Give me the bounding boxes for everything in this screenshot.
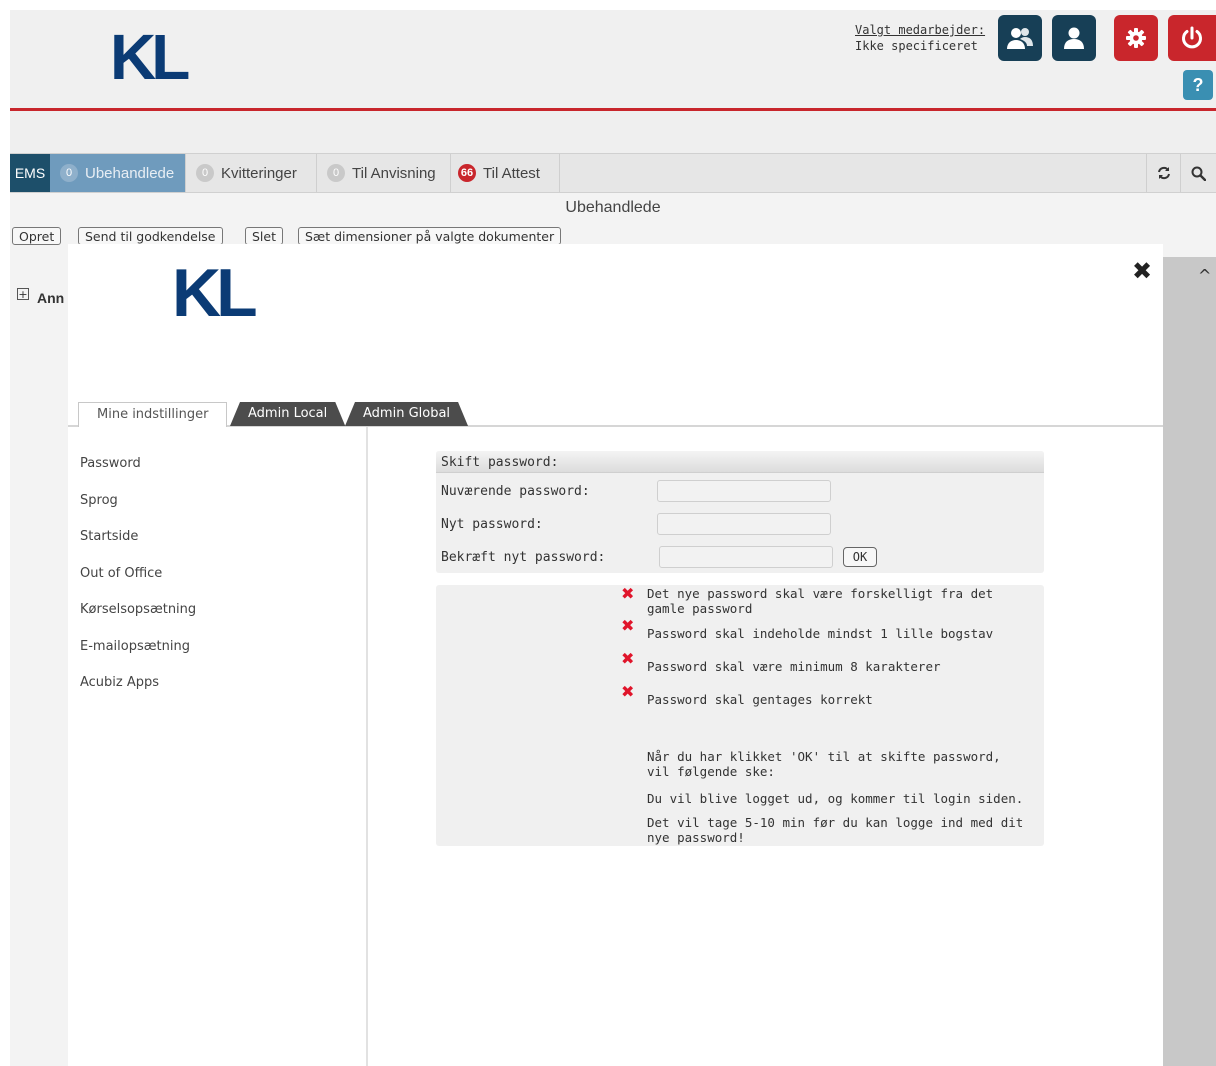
- info-text: Når du har klikket 'OK' til at skifte pa…: [647, 749, 1001, 779]
- user-profile-button[interactable]: [1052, 15, 1096, 61]
- password-requirements-panel: [436, 585, 1044, 846]
- tab-badge: 0: [196, 164, 214, 182]
- ok-button[interactable]: OK: [843, 547, 877, 567]
- tab-admin-local[interactable]: Admin Local: [230, 402, 345, 426]
- page-title: Ubehandlede: [565, 199, 661, 216]
- requirement-text: Password skal være minimum 8 karakterer: [647, 659, 941, 674]
- tab-label: Til Attest: [483, 164, 540, 182]
- delete-button[interactable]: Slet: [245, 227, 283, 245]
- send-for-approval-button[interactable]: Send til godkendelse: [78, 227, 223, 245]
- settings-button[interactable]: [1114, 15, 1158, 61]
- error-x-icon: ✖: [621, 682, 635, 701]
- set-dimensions-button[interactable]: Sæt dimensioner på valgte dokumenter: [298, 227, 562, 245]
- requirement-text: Det nye password skal være forskelligt f…: [647, 586, 994, 616]
- tab-badge: 0: [327, 164, 345, 182]
- modal-kl-logo: KL: [172, 255, 258, 331]
- error-x-icon: ✖: [621, 584, 635, 603]
- user-icon: [1064, 27, 1084, 49]
- help-button[interactable]: ?: [1183, 70, 1213, 100]
- window-frame-left: [0, 0, 10, 1066]
- confirm-password-label: Bekræft nyt password:: [441, 550, 606, 565]
- window-frame-top: [0, 0, 1216, 10]
- tab-label: Kvitteringer: [221, 164, 297, 182]
- tab-admin-global[interactable]: Admin Global: [345, 402, 468, 426]
- menu-item-korselsopsaetning[interactable]: Kørselsopsætning: [80, 602, 196, 617]
- close-icon[interactable]: ✖: [1132, 258, 1152, 284]
- search-icon: [1191, 166, 1206, 181]
- document-tabbar: EMS 0 Ubehandlede 0 Kvitteringer 0 Til A…: [10, 153, 1216, 193]
- tab-label: Ubehandlede: [85, 164, 175, 182]
- users-icon: [1007, 28, 1033, 49]
- info-text: Det vil tage 5-10 min før du kan logge i…: [647, 815, 1024, 845]
- search-button[interactable]: [1180, 154, 1215, 192]
- selected-employee: Valgt medarbejder: Ikke specificeret: [855, 22, 985, 54]
- kl-logo[interactable]: KL: [110, 22, 190, 92]
- right-scrollbar[interactable]: [1163, 257, 1216, 1066]
- menu-divider: [366, 427, 368, 1066]
- menu-item-sprog[interactable]: Sprog: [80, 493, 118, 508]
- selected-employee-value: Ikke specificeret: [855, 39, 978, 53]
- tab-til-anvisning[interactable]: 0 Til Anvisning: [317, 154, 451, 192]
- menu-item-acubiz-apps[interactable]: Acubiz Apps: [80, 675, 159, 690]
- menu-item-startside[interactable]: Startside: [80, 529, 138, 544]
- tab-ems[interactable]: EMS: [10, 154, 51, 192]
- sub-header-bar: [10, 111, 1216, 153]
- power-icon: [1182, 26, 1202, 49]
- new-password-label: Nyt password:: [441, 517, 543, 532]
- tree-node-label[interactable]: Ann: [37, 290, 64, 306]
- error-x-icon: ✖: [621, 616, 635, 635]
- create-button[interactable]: Opret: [12, 227, 62, 245]
- tree-expand-icon[interactable]: +: [17, 288, 29, 300]
- menu-item-out-of-office[interactable]: Out of Office: [80, 566, 162, 581]
- tab-label: Til Anvisning: [352, 164, 436, 182]
- info-text: Du vil blive logget ud, og kommer til lo…: [647, 791, 1024, 806]
- confirm-password-input[interactable]: [659, 546, 833, 568]
- error-x-icon: ✖: [621, 649, 635, 668]
- current-password-label: Nuværende password:: [441, 484, 590, 499]
- logout-button[interactable]: [1168, 15, 1216, 61]
- menu-item-password[interactable]: Password: [80, 456, 141, 471]
- change-password-title: Skift password:: [436, 451, 1044, 473]
- tab-badge: 0: [60, 164, 78, 182]
- refresh-icon: [1158, 166, 1170, 180]
- requirement-text: Password skal gentages korrekt: [647, 692, 873, 707]
- select-employee-button[interactable]: [998, 15, 1042, 61]
- requirement-text: Password skal indeholde mindst 1 lille b…: [647, 626, 994, 641]
- gear-icon: [1126, 28, 1146, 48]
- selected-employee-link[interactable]: Valgt medarbejder:: [855, 22, 985, 38]
- tab-badge: 66: [458, 164, 476, 182]
- tab-ubehandlede[interactable]: 0 Ubehandlede: [50, 154, 186, 192]
- current-password-input[interactable]: [657, 480, 831, 502]
- menu-item-emailopsaetning[interactable]: E-mailopsætning: [80, 639, 190, 654]
- new-password-input[interactable]: [657, 513, 831, 535]
- tab-kvitteringer[interactable]: 0 Kvitteringer: [186, 154, 317, 192]
- tab-mine-indstillinger[interactable]: Mine indstillinger: [78, 402, 228, 427]
- refresh-button[interactable]: [1146, 154, 1181, 192]
- scroll-up-icon[interactable]: ^: [1198, 266, 1211, 285]
- tab-til-attest[interactable]: 66 Til Attest: [451, 154, 560, 192]
